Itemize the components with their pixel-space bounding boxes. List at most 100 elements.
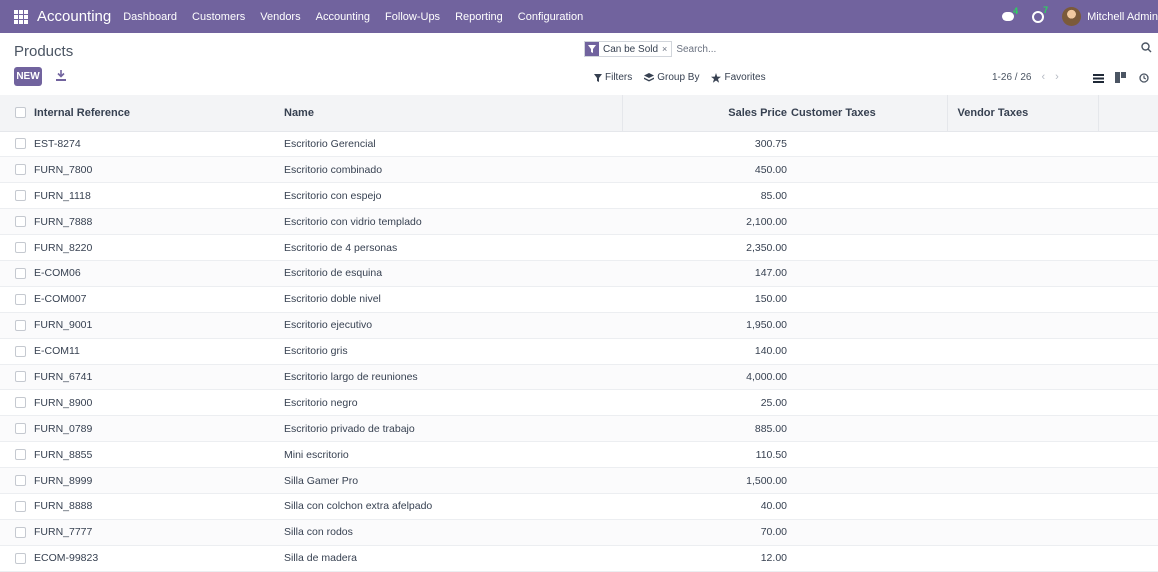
row-select-cell[interactable] <box>0 545 34 572</box>
row-checkbox[interactable] <box>15 190 26 202</box>
header-select-all[interactable] <box>0 95 34 132</box>
pager-value[interactable]: 1-26 / 26 <box>992 72 1031 83</box>
table-row[interactable]: EST-8274 Escritorio Gerencial 300.75 <box>0 131 1158 158</box>
row-select-cell[interactable] <box>0 519 34 546</box>
table-row[interactable]: E-COM11 Escritorio gris 140.00 <box>0 338 1158 365</box>
new-button[interactable]: NEW <box>14 67 42 86</box>
row-select-cell[interactable] <box>0 312 34 339</box>
pager-next-button[interactable]: › <box>1055 71 1059 83</box>
table-row[interactable]: FURN_6741 Escritorio largo de reuniones 4,… <box>0 364 1158 391</box>
menu-reporting[interactable]: Reporting <box>455 11 503 23</box>
filter-facet-icon <box>585 42 599 56</box>
apps-menu-icon[interactable] <box>14 9 28 24</box>
menu-customers[interactable]: Customers <box>192 11 245 23</box>
messages-button[interactable]: 4 <box>1002 6 1018 21</box>
user-avatar[interactable] <box>1062 7 1082 26</box>
row-select-cell[interactable] <box>0 415 34 443</box>
row-checkbox[interactable] <box>15 242 26 253</box>
row-checkbox[interactable] <box>15 475 26 487</box>
cell-vendor-taxes <box>947 208 1098 236</box>
row-checkbox[interactable] <box>15 293 26 305</box>
row-select-cell[interactable] <box>0 389 34 417</box>
select-all-checkbox[interactable] <box>15 107 26 119</box>
search-options: Filters Group By Favorites <box>594 72 778 83</box>
cell-customer-taxes <box>787 493 947 520</box>
search-icon[interactable] <box>1141 42 1152 56</box>
row-select-cell[interactable] <box>0 467 34 494</box>
row-checkbox[interactable] <box>15 552 26 564</box>
table-row[interactable]: FURN_8888 Silla con colchon extra afelpad… <box>0 493 1158 520</box>
cell-sales-price: 140.00 <box>622 338 787 365</box>
row-checkbox[interactable] <box>15 138 26 150</box>
row-checkbox[interactable] <box>15 216 26 228</box>
header-vendor-taxes[interactable]: Vendor Taxes <box>947 95 1099 132</box>
page-title[interactable]: Products <box>14 43 73 60</box>
row-select-cell[interactable] <box>0 286 34 313</box>
row-checkbox[interactable] <box>15 526 26 538</box>
row-checkbox[interactable] <box>15 267 26 279</box>
row-checkbox[interactable] <box>15 449 26 461</box>
row-checkbox[interactable] <box>15 164 26 176</box>
activities-badge: 7 <box>1043 4 1049 15</box>
favorites-dropdown[interactable]: Favorites <box>711 72 766 83</box>
row-checkbox[interactable] <box>15 397 26 409</box>
menu-accounting[interactable]: Accounting <box>316 11 370 23</box>
row-checkbox[interactable] <box>15 345 26 357</box>
menu-follow-ups[interactable]: Follow-Ups <box>385 11 440 23</box>
table-row[interactable]: FURN_9001 Escritorio ejecutivo 1,950.00 <box>0 312 1158 339</box>
row-select-cell[interactable] <box>0 364 34 391</box>
row-checkbox[interactable] <box>15 371 26 383</box>
table-row[interactable]: FURN_8220 Escritorio de 4 personas 2,350.0… <box>0 234 1158 261</box>
table-row[interactable]: FURN_8855 Mini escritorio 110.50 <box>0 441 1158 469</box>
table-row[interactable]: E-COM06 Escritorio de esquina 147.00 <box>0 260 1158 287</box>
header-name[interactable]: Name <box>284 95 623 132</box>
menu-configuration[interactable]: Configuration <box>518 11 583 23</box>
cell-vendor-taxes <box>947 338 1098 365</box>
table-row[interactable]: FURN_1118 Escritorio con espejo 85.00 <box>0 182 1158 210</box>
list-view-icon[interactable] <box>1093 74 1104 86</box>
row-checkbox[interactable] <box>15 500 26 512</box>
menu-vendors[interactable]: Vendors <box>260 11 300 23</box>
table-row[interactable]: FURN_7888 Escritorio con vidrio templado 2… <box>0 208 1158 236</box>
pager-previous-button[interactable]: ‹ <box>1041 71 1045 83</box>
header-sales-price[interactable]: Sales Price <box>622 95 787 132</box>
menu-dashboard[interactable]: Dashboard <box>123 11 177 23</box>
group-by-dropdown[interactable]: Group By <box>644 72 699 83</box>
row-select-cell[interactable] <box>0 182 34 210</box>
table-row[interactable]: FURN_8999 Silla Gamer Pro 1,500.00 <box>0 467 1158 494</box>
cell-vendor-taxes <box>947 389 1098 417</box>
app-brand[interactable]: Accounting <box>37 8 111 25</box>
row-select-cell[interactable] <box>0 208 34 236</box>
header-internal-reference[interactable]: Internal Reference <box>34 95 284 132</box>
table-row[interactable]: FURN_0789 Escritorio privado de trabajo 88… <box>0 415 1158 443</box>
row-select-cell[interactable] <box>0 441 34 469</box>
cell-name: Escritorio gris <box>284 338 622 365</box>
table-row[interactable]: FURN_8900 Escritorio negro 25.00 <box>0 389 1158 417</box>
download-icon[interactable] <box>56 70 66 84</box>
row-select-cell[interactable] <box>0 338 34 365</box>
activities-button[interactable]: 7 <box>1032 5 1048 23</box>
row-checkbox[interactable] <box>15 423 26 435</box>
table-row[interactable]: E-COM007 Escritorio doble nivel 150.00 <box>0 286 1158 313</box>
table-row[interactable]: FURN_7777 Silla con rodos 70.00 <box>0 519 1158 546</box>
cell-vendor-taxes <box>947 415 1098 443</box>
table-row[interactable]: FURN_7800 Escritorio combinado 450.00 <box>0 156 1158 184</box>
filter-icon <box>594 73 602 82</box>
row-select-cell[interactable] <box>0 131 34 158</box>
filters-dropdown[interactable]: Filters <box>594 72 632 83</box>
activity-view-icon[interactable] <box>1139 73 1149 86</box>
row-select-cell[interactable] <box>0 234 34 261</box>
row-select-cell[interactable] <box>0 260 34 287</box>
header-customer-taxes[interactable]: Customer Taxes <box>787 95 948 132</box>
row-select-cell[interactable] <box>0 493 34 520</box>
kanban-view-icon[interactable] <box>1115 72 1126 86</box>
header-optional-columns[interactable] <box>1098 95 1158 132</box>
facet-remove-icon[interactable]: × <box>662 44 671 54</box>
cell-spacer <box>1098 545 1158 572</box>
row-checkbox[interactable] <box>15 319 26 331</box>
cell-name: Escritorio con vidrio templado <box>284 208 622 236</box>
user-name[interactable]: Mitchell Admin <box>1087 11 1158 23</box>
row-select-cell[interactable] <box>0 156 34 184</box>
table-row[interactable]: ECOM-99823 Silla de madera 12.00 <box>0 545 1158 572</box>
search-input[interactable] <box>676 43 1158 55</box>
